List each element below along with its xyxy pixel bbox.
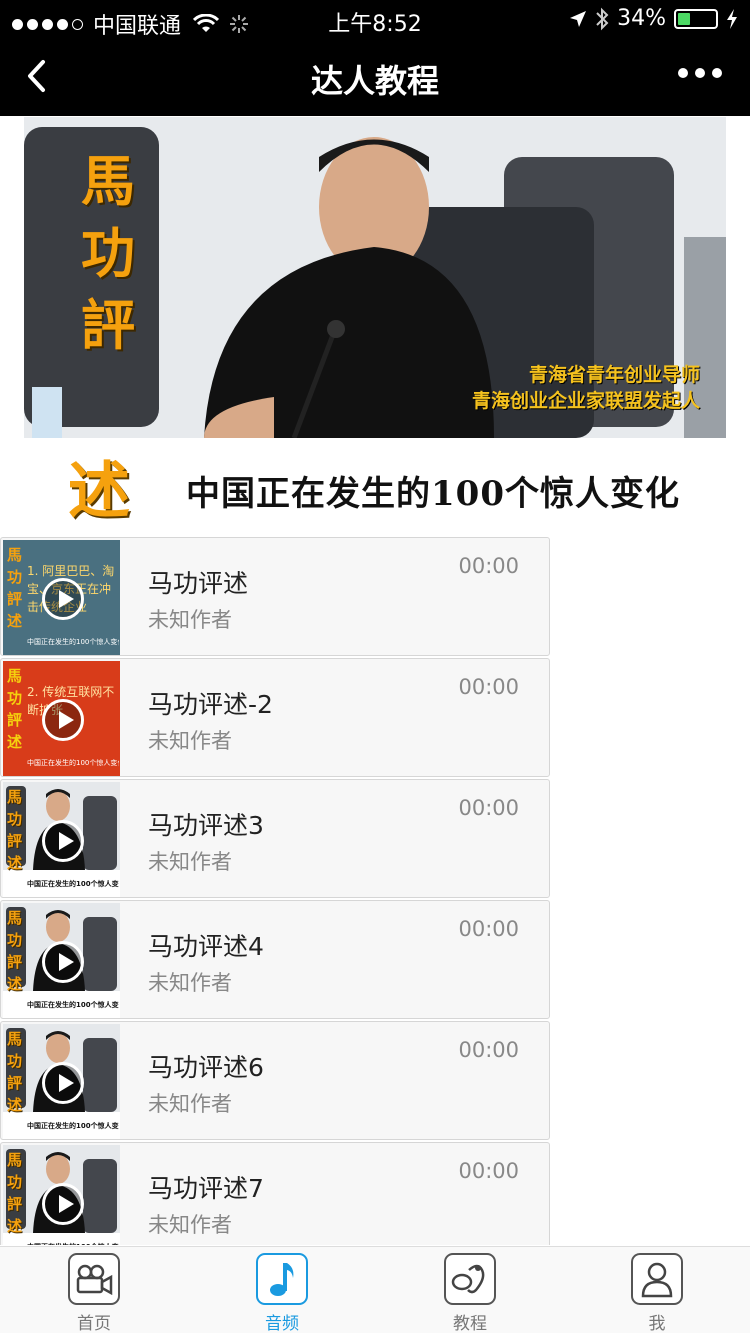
item-author: 未知作者 [148, 608, 232, 632]
banner-caption: 述 中国正在发生的100个惊人变化 [0, 440, 750, 535]
list-item[interactable]: 馬功評述 1. 阿里巴巴、淘宝、京东正在冲击传统企业 中国正在发生的100个惊人… [0, 537, 550, 656]
app-screen: 中国联通 上午8:52 34% 达人教程 馬 功 評 青海省青年创业导师 青海创… [0, 0, 750, 1333]
item-title: 马功评述4 [148, 932, 264, 961]
item-thumbnail: 馬功評述中国正在发生的100个惊人变化 [3, 1024, 120, 1139]
battery-percent: 34% [617, 6, 666, 31]
page-title: 达人教程 [310, 62, 439, 100]
navigation-bar: 达人教程 [0, 40, 750, 116]
item-author: 未知作者 [148, 850, 232, 874]
item-title: 马功评述-2 [148, 690, 273, 719]
item-title: 马功评述 [148, 569, 249, 598]
banner-headline: 中国正在发生的100个惊人变化 [186, 474, 680, 514]
item-duration: 00:00 [458, 1038, 519, 1062]
item-thumbnail: 馬功評述 1. 阿里巴巴、淘宝、京东正在冲击传统企业 中国正在发生的100个惊人… [3, 540, 120, 655]
item-author: 未知作者 [148, 1213, 232, 1237]
tab-label: 我 [648, 1314, 666, 1333]
item-title: 马功评述6 [148, 1053, 264, 1082]
list-item[interactable]: 馬功評述中国正在发生的100个惊人变化 马功评述3 未知作者 00:00 [0, 779, 550, 898]
more-options-icon[interactable] [678, 68, 722, 78]
item-thumbnail: 馬功評述中国正在发生的100个惊人变化 [3, 903, 120, 1018]
list-item[interactable]: 馬功評述中国正在发生的100个惊人变化 马功评述4 未知作者 00:00 [0, 900, 550, 1019]
item-title: 马功评述3 [148, 811, 264, 840]
play-icon[interactable] [42, 578, 84, 620]
item-duration: 00:00 [458, 675, 519, 699]
play-icon[interactable] [42, 820, 84, 862]
item-thumbnail: 馬功評述中国正在发生的100个惊人变化 [3, 1145, 120, 1245]
item-author: 未知作者 [148, 1092, 232, 1116]
item-author: 未知作者 [148, 729, 232, 753]
play-icon[interactable] [42, 699, 84, 741]
item-thumbnail: 馬功評述中国正在发生的100个惊人变化 [3, 782, 120, 897]
tab-label: 教程 [453, 1314, 487, 1333]
banner-subtitle: 青海省青年创业导师 青海创业企业家联盟发起人 [471, 364, 700, 412]
status-bar: 中国联通 上午8:52 34% [0, 0, 750, 40]
item-duration: 00:00 [458, 917, 519, 941]
location-arrow-icon [570, 10, 587, 27]
banner-image[interactable]: 馬 功 評 青海省青年创业导师 青海创业企业家联盟发起人 [24, 117, 726, 438]
charging-bolt-icon [727, 8, 737, 29]
banner-side-title: 馬 功 評 [81, 149, 135, 357]
list-item[interactable]: 馬功評述中国正在发生的100个惊人变化 马功评述7 未知作者 00:00 [0, 1142, 550, 1245]
bluetooth-icon [596, 7, 609, 30]
item-duration: 00:00 [458, 796, 519, 820]
tab-label: 音频 [265, 1314, 299, 1333]
battery-icon [674, 8, 718, 29]
play-icon[interactable] [42, 1183, 84, 1225]
video-camera-icon [68, 1253, 120, 1305]
status-right: 34% [569, 6, 738, 31]
item-author: 未知作者 [148, 971, 232, 995]
play-icon[interactable] [42, 1062, 84, 1104]
tab-audio[interactable]: 音频 [222, 1253, 342, 1333]
item-duration: 00:00 [458, 554, 519, 578]
list-item[interactable]: 馬功評述中国正在发生的100个惊人变化 马功评述6 未知作者 00:00 [0, 1021, 550, 1140]
tab-tutorial[interactable]: 教程 [410, 1253, 530, 1333]
list-item[interactable]: 馬功評述 2. 传统互联网不断扩张 中国正在发生的100个惊人变化 马功评述-2… [0, 658, 550, 777]
audio-list: 馬功評述 1. 阿里巴巴、淘宝、京东正在冲击传统企业 中国正在发生的100个惊人… [0, 537, 550, 1245]
item-duration: 00:00 [458, 1159, 519, 1183]
tab-me[interactable]: 我 [597, 1253, 717, 1333]
play-icon[interactable] [42, 941, 84, 983]
item-title: 马功评述7 [148, 1174, 264, 1203]
tab-home[interactable]: 首页 [34, 1253, 154, 1333]
music-note-icon [256, 1253, 308, 1305]
item-thumbnail: 馬功評述 2. 传统互联网不断扩张 中国正在发生的100个惊人变化 [3, 661, 120, 776]
tutorial-icon [444, 1253, 496, 1305]
bottom-tab-bar: 首页 音频 教程 我 [0, 1246, 750, 1333]
user-profile-icon [631, 1253, 683, 1305]
banner-side-title-last: 述 [68, 454, 131, 527]
tab-label: 首页 [77, 1314, 111, 1333]
